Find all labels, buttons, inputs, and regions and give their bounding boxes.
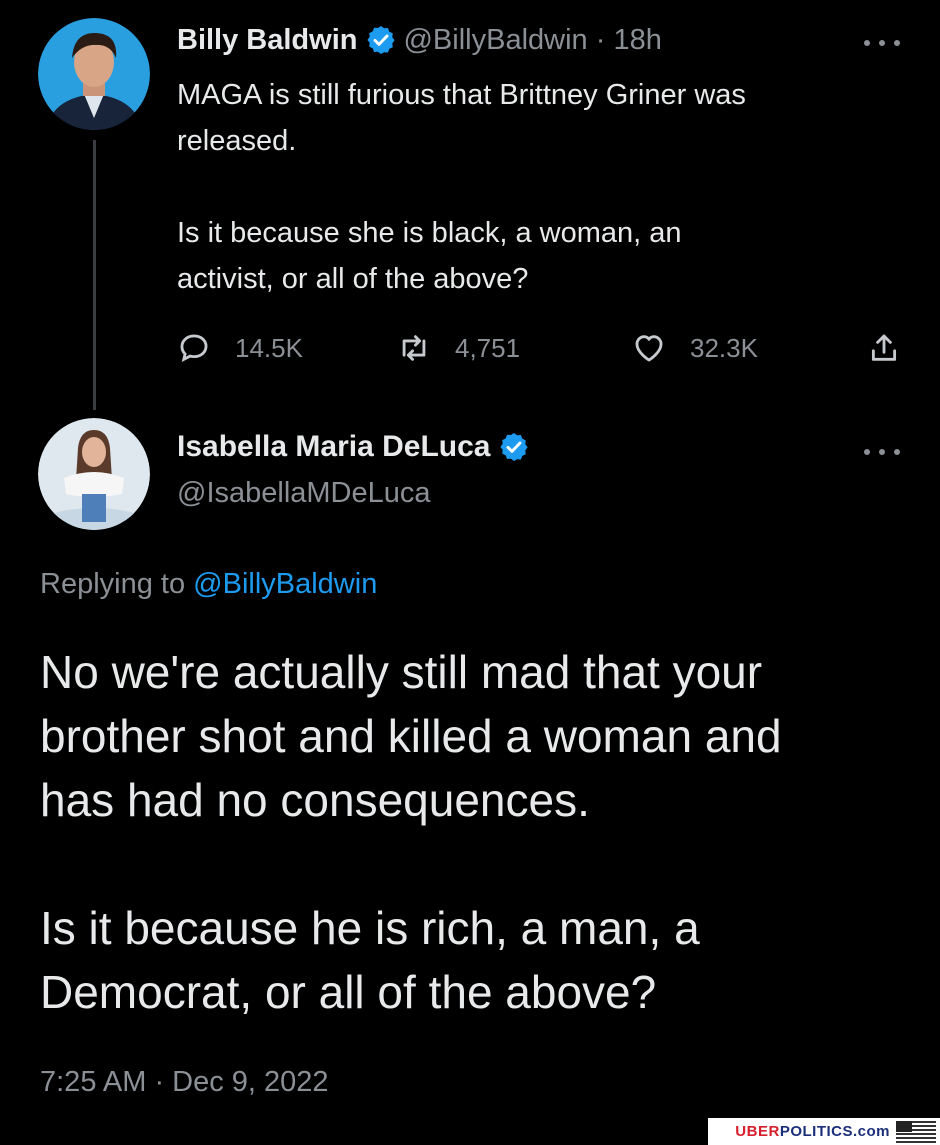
watermark-politics: POLITICS.com [779, 1123, 890, 1140]
reply-author-name[interactable]: Isabella Maria DeLuca [177, 430, 490, 464]
tweet-header: Billy Baldwin @BillyBaldwin · 18h [177, 20, 662, 60]
reply-text: No we're actually still mad that your br… [40, 646, 782, 1018]
verified-badge-icon [500, 433, 529, 461]
reply-author-row: Isabella Maria DeLuca [177, 430, 536, 464]
watermark-uber: UBER [735, 1123, 780, 1140]
like-icon [635, 335, 663, 362]
retweet-action[interactable]: 4,751 [397, 326, 520, 370]
watermark-text: UBERPOLITICS.com [735, 1123, 890, 1140]
separator-dot: · [587, 23, 614, 56]
tweet-time-ago[interactable]: 18h [613, 24, 661, 57]
replying-to-line: Replying to @BillyBaldwin [40, 568, 377, 601]
replying-to-label: Replying to [40, 568, 186, 600]
uberpolitics-watermark: UBERPOLITICS.com [708, 1118, 940, 1145]
retweet-icon [402, 335, 426, 361]
reply-more-icon[interactable] [862, 442, 902, 462]
retweet-count: 4,751 [455, 332, 521, 363]
author-handle[interactable]: @BillyBaldwin [403, 24, 587, 57]
isabella-deluca-avatar[interactable] [38, 418, 150, 530]
reply-timestamp[interactable]: 7:25 AM · Dec 9, 2022 [40, 1066, 329, 1099]
us-flag-icon [896, 1120, 936, 1143]
reply-count: 14.5K [235, 332, 303, 363]
like-action[interactable]: 32.3K [632, 326, 758, 370]
tweet-action-bar: 14.5K 4,751 32.3K [177, 326, 907, 370]
reply-action[interactable]: 14.5K [177, 326, 303, 370]
author-name[interactable]: Billy Baldwin [177, 24, 357, 57]
more-icon[interactable] [862, 33, 902, 53]
verified-badge-icon [367, 26, 396, 54]
share-icon [871, 334, 897, 361]
billy-baldwin-avatar[interactable] [38, 18, 150, 130]
like-count: 32.3K [690, 332, 758, 363]
share-action[interactable] [867, 326, 925, 370]
reply-author-handle[interactable]: @IsabellaMDeLuca [177, 477, 431, 510]
tweet-text: MAGA is still furious that Brittney Grin… [177, 79, 746, 295]
replying-to-handle-link[interactable]: @BillyBaldwin [193, 568, 377, 600]
reply-icon [180, 334, 208, 362]
thread-connector-line [93, 140, 96, 410]
